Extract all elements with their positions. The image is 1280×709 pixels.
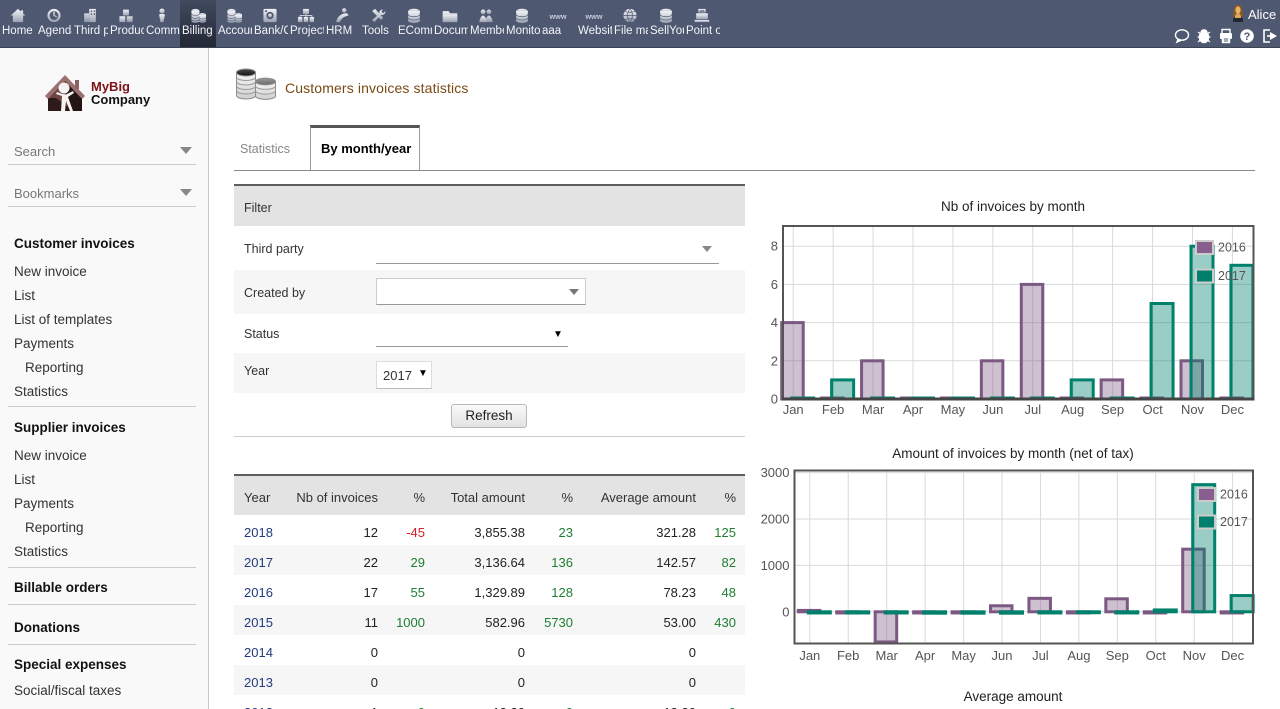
- svg-text:Aug: Aug: [1067, 648, 1090, 663]
- svg-text:Nov: Nov: [1183, 648, 1207, 663]
- svg-text:Jan: Jan: [799, 648, 820, 663]
- svg-text:Jun: Jun: [992, 648, 1013, 663]
- svg-text:Dec: Dec: [1221, 402, 1245, 417]
- svg-text:2016: 2016: [1220, 488, 1248, 502]
- svg-text:www: www: [548, 12, 566, 21]
- svg-text:Average amount: Average amount: [964, 689, 1063, 704]
- svg-text:?: ?: [1244, 31, 1251, 43]
- svg-text:Apr: Apr: [915, 648, 936, 663]
- svg-text:2016: 2016: [1218, 241, 1246, 255]
- svg-text:2: 2: [771, 353, 778, 368]
- svg-text:May: May: [941, 402, 966, 417]
- svg-text:Nov: Nov: [1181, 402, 1205, 417]
- svg-text:Nb of invoices by month: Nb of invoices by month: [941, 199, 1085, 214]
- svg-text:Jan: Jan: [783, 402, 804, 417]
- svg-text:0: 0: [782, 604, 789, 619]
- svg-text:Amount of invoices by month (n: Amount of invoices by month (net of tax): [892, 446, 1134, 461]
- svg-text:May: May: [951, 648, 976, 663]
- svg-text:3000: 3000: [761, 465, 790, 480]
- svg-text:6: 6: [771, 277, 778, 292]
- svg-text:2000: 2000: [761, 512, 790, 527]
- svg-text:Apr: Apr: [903, 402, 924, 417]
- svg-text:Feb: Feb: [837, 648, 859, 663]
- svg-text:Jul: Jul: [1024, 402, 1041, 417]
- svg-text:Feb: Feb: [822, 402, 844, 417]
- svg-text:www: www: [584, 12, 602, 21]
- svg-text:Sep: Sep: [1106, 648, 1129, 663]
- svg-text:8: 8: [771, 239, 778, 254]
- svg-text:Oct: Oct: [1142, 402, 1163, 417]
- svg-text:2017: 2017: [1220, 515, 1248, 529]
- svg-text:Mar: Mar: [876, 648, 899, 663]
- svg-text:2017: 2017: [1218, 269, 1246, 283]
- svg-text:Aug: Aug: [1061, 402, 1084, 417]
- svg-text:Mar: Mar: [862, 402, 885, 417]
- svg-text:Dec: Dec: [1221, 648, 1245, 663]
- svg-text:0: 0: [771, 392, 778, 407]
- svg-text:Jun: Jun: [982, 402, 1003, 417]
- svg-text:Jul: Jul: [1032, 648, 1049, 663]
- svg-text:Oct: Oct: [1146, 648, 1167, 663]
- svg-text:Sep: Sep: [1101, 402, 1124, 417]
- svg-text:4: 4: [771, 315, 778, 330]
- svg-text:1000: 1000: [761, 558, 790, 573]
